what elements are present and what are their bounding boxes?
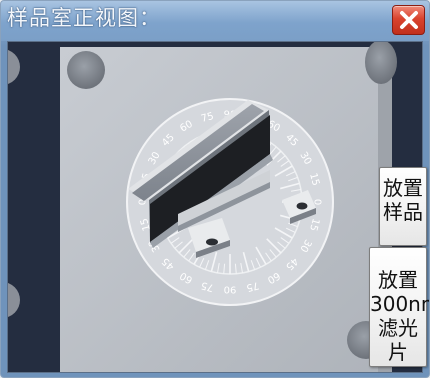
place-sample-line-2: 样品	[383, 200, 423, 224]
place-filter-line-2: 300nm	[370, 292, 429, 316]
window-title: 样品室正视图：	[7, 6, 161, 30]
place-300nm-filter-button[interactable]: 放置 300nm 滤光片	[369, 247, 429, 367]
sample-room-window: 样品室正视图： 0 30 45 60 75 60 45 30 15 0 15 3…	[0, 0, 430, 378]
dial-label: 90	[224, 284, 237, 295]
place-sample-line-1: 放置	[383, 176, 423, 200]
sample-room-front-view: 0153045607590756045301501530456075907560…	[7, 41, 423, 373]
sample-scene: 0153045607590756045301501530456075907560…	[8, 42, 422, 372]
title-bar: 样品室正视图：	[1, 1, 429, 41]
close-button[interactable]	[392, 5, 425, 35]
close-icon	[400, 11, 418, 29]
plate-knob-top-left	[67, 51, 105, 89]
place-filter-line-1: 放置	[378, 268, 418, 292]
place-filter-line-3: 滤光片	[378, 316, 418, 364]
plate-knob-top-right	[365, 42, 397, 84]
place-sample-button[interactable]: 放置 样品	[379, 167, 427, 246]
